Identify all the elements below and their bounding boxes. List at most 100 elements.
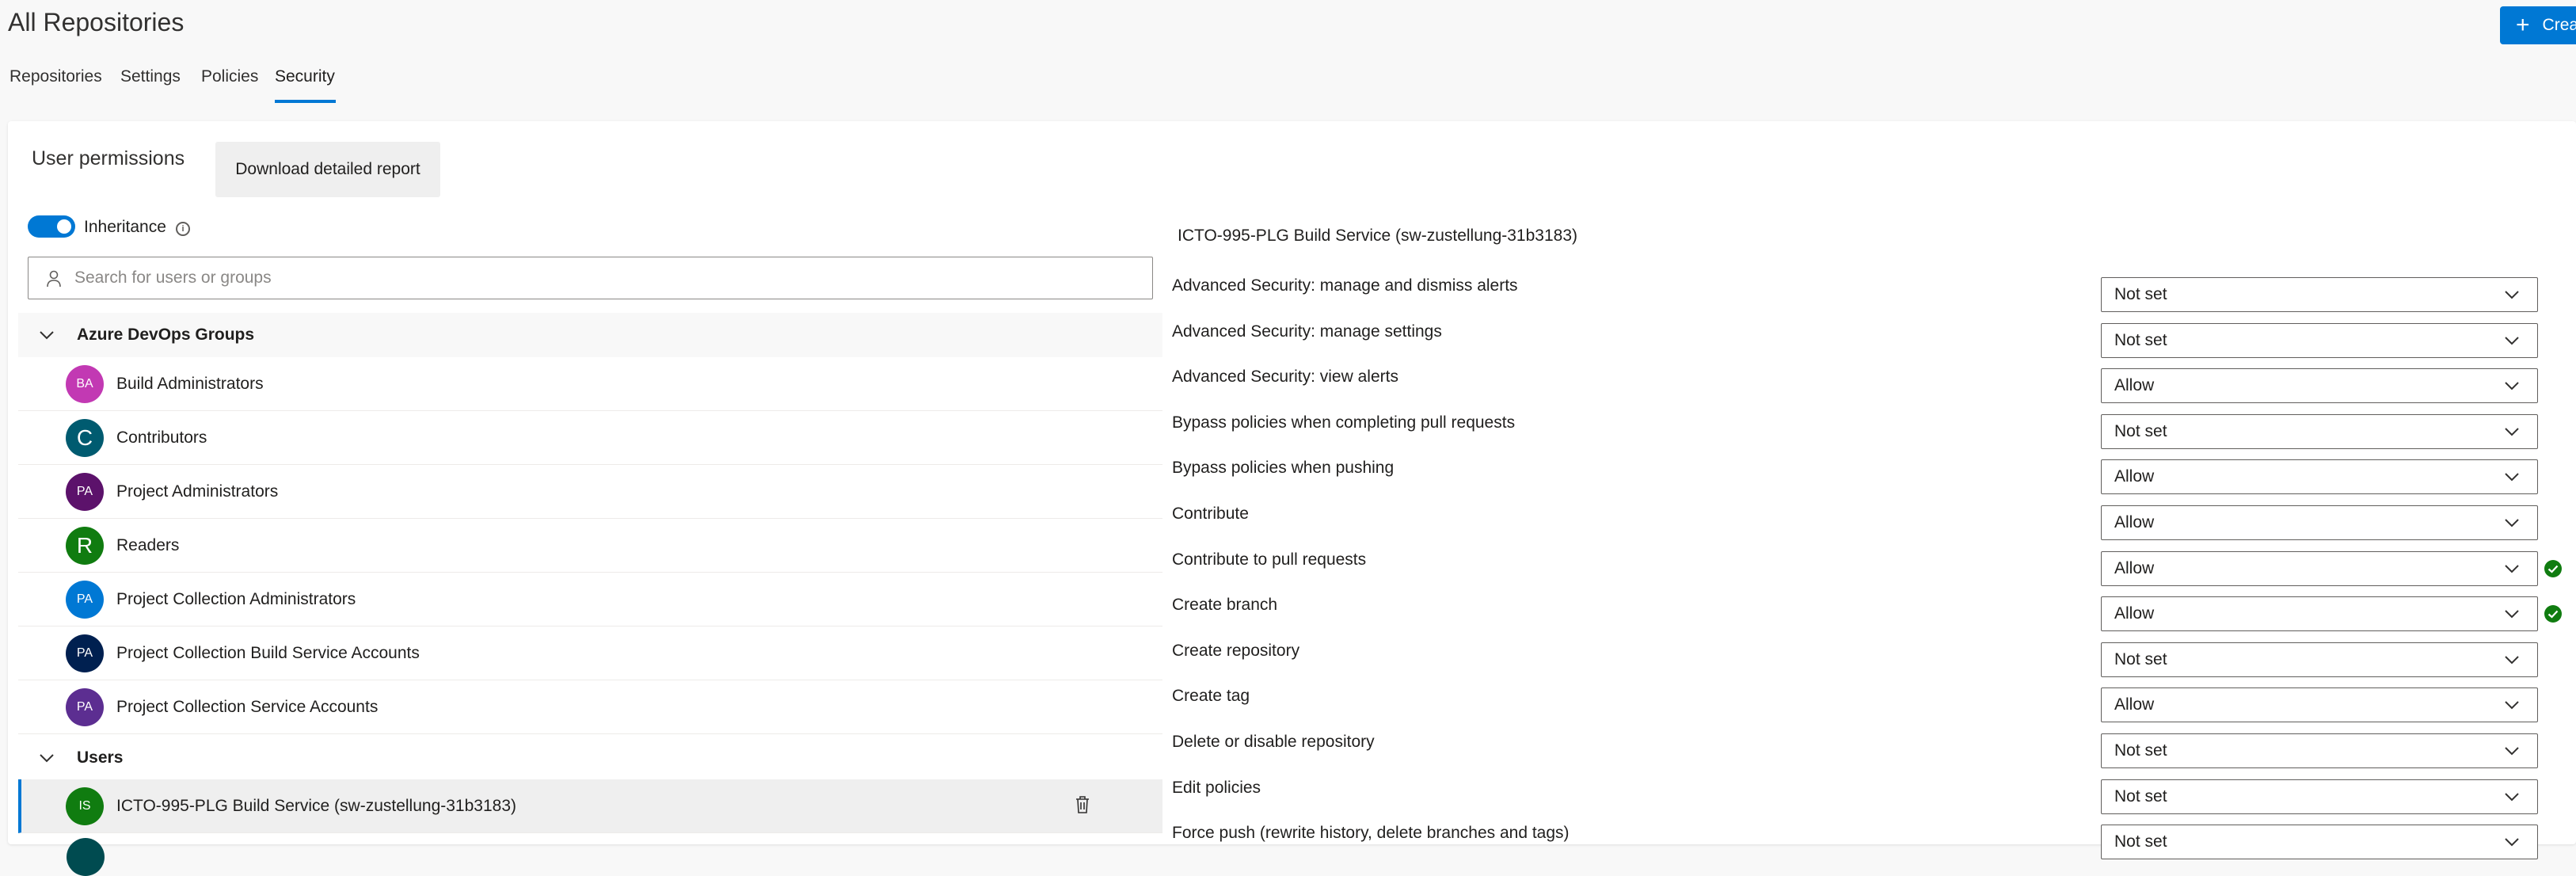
group-name: Project Collection Administrators [116,590,356,608]
permission-dropdown[interactable]: Allow [2101,551,2538,586]
tab-security[interactable]: Security [275,65,335,89]
permission-label: Edit policies [1172,779,1261,797]
group-row-build-administrators[interactable]: BA Build Administrators [18,358,1162,411]
azure-devops-groups-header[interactable]: Azure DevOps Groups [18,313,1162,357]
create-button-label: Crea [2542,16,2576,34]
group-header-label: Azure DevOps Groups [77,326,255,344]
permission-value: Not set [2114,285,2167,303]
permission-dropdown[interactable]: Not set [2101,277,2538,312]
tab-repositories[interactable]: Repositories [10,65,102,89]
permission-label: Advanced Security: manage and dismiss al… [1172,276,1518,295]
permission-label: Delete or disable repository [1172,733,1375,751]
permission-value: Allow [2114,513,2155,531]
chevron-down-icon [39,750,55,766]
permission-dropdown[interactable]: Not set [2101,642,2538,677]
page-title: All Repositories [8,8,185,36]
permission-label: Bypass policies when completing pull req… [1172,413,1516,432]
permission-dropdown[interactable]: Allow [2101,459,2538,494]
inheritance-label: Inheritance [84,218,166,236]
create-repository-button[interactable]: + Crea [2500,6,2576,44]
avatar: PA [66,581,104,619]
permission-value: Not set [2114,422,2167,440]
group-row-project-collection-administrators[interactable]: PA Project Collection Administrators [18,573,1162,627]
avatar: PA [66,473,104,511]
inheritance-toggle[interactable] [28,215,75,238]
group-name: Readers [116,536,180,554]
avatar: IS [66,786,104,825]
chevron-down-icon [2505,428,2519,436]
permission-value: Allow [2114,559,2155,577]
check-circle-icon [2544,560,2562,577]
chevron-down-icon [2505,291,2519,299]
group-row-project-administrators[interactable]: PA Project Administrators [18,466,1162,519]
permission-value: Not set [2114,650,2167,668]
active-tab-indicator [275,100,336,103]
permission-value: Not set [2114,331,2167,349]
tab-settings[interactable]: Settings [120,65,181,89]
info-icon[interactable]: i [176,222,190,236]
toggle-knob [57,219,71,234]
permission-dropdown[interactable]: Not set [2101,323,2538,358]
permission-label: Create tag [1172,687,1250,705]
chevron-down-icon [2505,382,2519,390]
chevron-down-icon [2505,838,2519,847]
permission-label: Create repository [1172,642,1300,660]
permission-value: Not set [2114,741,2167,760]
chevron-down-icon [2505,565,2519,573]
permission-dropdown[interactable]: Allow [2101,505,2538,540]
chevron-down-icon [2505,337,2519,345]
group-row-project-collection-service-accounts[interactable]: PA Project Collection Service Accounts [18,681,1162,734]
permission-label: Contribute [1172,505,1249,523]
permission-dropdown[interactable]: Allow [2101,368,2538,403]
trash-icon[interactable] [1075,795,1090,814]
permission-value: Allow [2114,376,2155,394]
avatar: PA [66,634,104,672]
chevron-down-icon [2505,610,2519,619]
permission-label: Bypass policies when pushing [1172,459,1395,477]
chevron-down-icon [2505,747,2519,756]
permission-dropdown[interactable]: Not set [2101,733,2538,768]
user-row-icto-build-service[interactable]: IS ICTO-995-PLG Build Service (sw-zustel… [18,779,1162,833]
permission-label: Advanced Security: manage settings [1172,322,1442,341]
download-report-button[interactable]: Download detailed report [215,142,440,197]
permission-dropdown[interactable]: Allow [2101,687,2538,722]
user-name: ICTO-995-PLG Build Service (sw-zustellun… [116,796,517,815]
avatar: R [66,527,104,565]
user-permissions-heading: User permissions [32,147,185,169]
group-name: Contributors [116,428,207,447]
avatar: BA [66,365,104,403]
avatar: C [66,419,104,457]
group-name: Project Administrators [116,482,279,501]
group-row-project-collection-build-service-accounts[interactable]: PA Project Collection Build Service Acco… [18,627,1162,680]
search-box[interactable] [28,257,1153,299]
plus-icon: + [2516,12,2530,38]
permission-label: Advanced Security: view alerts [1172,368,1398,386]
permission-value: Allow [2114,467,2155,486]
check-circle-icon [2544,605,2562,623]
users-header[interactable]: Users [18,736,1162,780]
permission-value: Allow [2114,695,2155,714]
group-row-contributors[interactable]: C Contributors [18,412,1162,465]
permission-value: Allow [2114,604,2155,623]
permission-value: Not set [2114,787,2167,806]
permission-value: Not set [2114,832,2167,851]
person-icon [47,270,61,288]
tab-policies[interactable]: Policies [201,65,258,89]
group-name: Project Collection Build Service Account… [116,644,420,662]
identity-title: ICTO-995-PLG Build Service (sw-zustellun… [1178,227,1578,245]
avatar: PA [66,688,104,726]
permission-label: Contribute to pull requests [1172,550,1367,569]
chevron-down-icon [2505,473,2519,482]
avatar [67,838,105,876]
search-input[interactable] [73,257,1137,299]
permission-dropdown[interactable]: Not set [2101,414,2538,449]
permission-dropdown[interactable]: Not set [2101,825,2538,859]
group-name: Build Administrators [116,375,264,393]
permission-label: Force push (rewrite history, delete bran… [1172,824,1570,842]
chevron-down-icon [2505,793,2519,802]
permission-dropdown[interactable]: Allow [2101,596,2538,631]
permission-label: Create branch [1172,596,1278,614]
group-row-readers[interactable]: R Readers [18,520,1162,573]
chevron-down-icon [2505,656,2519,665]
permission-dropdown[interactable]: Not set [2101,779,2538,814]
